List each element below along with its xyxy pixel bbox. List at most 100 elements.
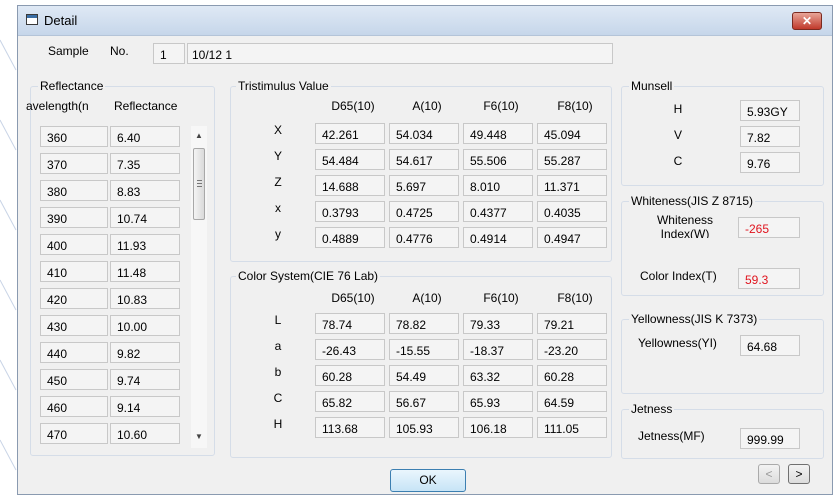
reflectance-value-cell: 11.48 [110, 261, 180, 282]
color-system-value-cell: 65.93 [463, 391, 533, 412]
detail-window: Detail ✕ Sample No. 1 10/12 1 Reflectanc… [17, 5, 833, 495]
yellowness-title: Yellowness(JIS K 7373) [629, 312, 760, 326]
tristimulus-column-header: D65(10) [331, 99, 375, 113]
tristimulus-value-cell: 0.3793 [315, 201, 385, 222]
color-system-value-cell: 79.21 [537, 313, 607, 334]
color-system-row-label: a [274, 339, 282, 353]
munsell-row-label: V [673, 128, 682, 142]
reflectance-wavelength-cell: 420 [40, 288, 108, 309]
color-system-value-cell: 64.59 [537, 391, 607, 412]
yellowness-label: Yellowness(YI) [638, 336, 717, 350]
jetness-label: Jetness(MF) [638, 429, 705, 443]
reflectance-value-cell: 6.40 [110, 126, 180, 147]
window-title: Detail [44, 13, 78, 28]
reflectance-title: Reflectance [38, 79, 106, 93]
color-system-value-cell: 54.49 [389, 365, 459, 386]
reflectance-value-cell: 9.82 [110, 342, 180, 363]
sample-no-field: 1 [153, 43, 185, 64]
wavelength-column-header: avelength(n [26, 99, 89, 113]
reflectance-value-cell: 9.14 [110, 396, 180, 417]
color-system-value-cell: 105.93 [389, 417, 459, 438]
ok-button[interactable]: OK [390, 469, 466, 492]
munsell-row-label: C [673, 154, 683, 168]
reflectance-wavelength-cell: 460 [40, 396, 108, 417]
color-system-column-header: A(10) [412, 291, 442, 305]
tristimulus-value-cell: 5.697 [389, 175, 459, 196]
tristimulus-title: Tristimulus Value [236, 79, 331, 93]
sample-label: Sample [48, 44, 89, 58]
scroll-down-icon[interactable]: ▼ [191, 430, 207, 444]
color-system-value-cell: -15.55 [389, 339, 459, 360]
tristimulus-value-cell: 11.371 [537, 175, 607, 196]
reflectance-wavelength-cell: 430 [40, 315, 108, 336]
tristimulus-row-label: Z [274, 175, 282, 189]
color-system-value-cell: 111.05 [537, 417, 607, 438]
tristimulus-value-cell: 0.4947 [537, 227, 607, 248]
color-system-row-label: C [273, 391, 283, 405]
reflectance-wavelength-cell: 380 [40, 180, 108, 201]
color-system-value-cell: 60.28 [537, 365, 607, 386]
color-system-title: Color System(CIE 76 Lab) [236, 269, 381, 283]
reflectance-scrollbar[interactable]: ▲ ▼ [191, 126, 207, 448]
tristimulus-value-cell: 54.484 [315, 149, 385, 170]
tristimulus-row-label: y [275, 227, 281, 241]
tristimulus-value-cell: 54.034 [389, 123, 459, 144]
reflectance-value-cell: 10.00 [110, 315, 180, 336]
reflectance-wavelength-cell: 370 [40, 153, 108, 174]
color-system-value-cell: -23.20 [537, 339, 607, 360]
tristimulus-value-cell: 49.448 [463, 123, 533, 144]
reflectance-wavelength-cell: 360 [40, 126, 108, 147]
munsell-title: Munsell [629, 79, 675, 93]
tristimulus-value-cell: 55.287 [537, 149, 607, 170]
yellowness-group [621, 319, 824, 394]
tristimulus-column-header: F8(10) [557, 99, 593, 113]
reflectance-value-cell: 9.74 [110, 369, 180, 390]
color-system-value-cell: -18.37 [463, 339, 533, 360]
reflectance-value-cell: 10.83 [110, 288, 180, 309]
prev-button[interactable]: < [758, 464, 780, 484]
color-system-value-cell: 78.82 [389, 313, 459, 334]
tristimulus-value-cell: 0.4889 [315, 227, 385, 248]
tristimulus-column-header: A(10) [412, 99, 442, 113]
no-label: No. [110, 44, 129, 58]
tristimulus-value-cell: 54.617 [389, 149, 459, 170]
scroll-up-icon[interactable]: ▲ [191, 129, 207, 143]
reflectance-value-cell: 8.83 [110, 180, 180, 201]
reflectance-wavelength-cell: 440 [40, 342, 108, 363]
title-bar[interactable]: Detail ✕ [18, 6, 832, 36]
next-button[interactable]: > [788, 464, 810, 484]
tristimulus-column-header: F6(10) [483, 99, 519, 113]
color-system-value-cell: 63.32 [463, 365, 533, 386]
tristimulus-value-cell: 0.4377 [463, 201, 533, 222]
reflectance-column-header: Reflectance [114, 99, 178, 113]
munsell-value-field: 9.76 [740, 152, 800, 173]
color-system-value-cell: 65.82 [315, 391, 385, 412]
reflectance-wavelength-cell: 450 [40, 369, 108, 390]
close-button[interactable]: ✕ [792, 12, 822, 30]
munsell-row-label: H [673, 102, 683, 116]
yellowness-value-field: 64.68 [740, 335, 800, 356]
tristimulus-value-cell: 0.4725 [389, 201, 459, 222]
tristimulus-value-cell: 55.506 [463, 149, 533, 170]
color-system-column-header: F6(10) [483, 291, 519, 305]
reflectance-value-cell: 10.60 [110, 423, 180, 444]
reflectance-value-cell: 10.74 [110, 207, 180, 228]
reflectance-value-cell: 7.35 [110, 153, 180, 174]
munsell-value-field: 5.93GY [740, 100, 800, 121]
tristimulus-row-label: x [275, 201, 281, 215]
tristimulus-value-cell: 45.094 [537, 123, 607, 144]
scroll-thumb[interactable] [193, 148, 205, 220]
reflectance-wavelength-cell: 400 [40, 234, 108, 255]
reflectance-value-cell: 11.93 [110, 234, 180, 255]
tristimulus-value-cell: 8.010 [463, 175, 533, 196]
color-system-value-cell: -26.43 [315, 339, 385, 360]
color-index-value-field: 59.3 [738, 268, 800, 289]
color-system-value-cell: 79.33 [463, 313, 533, 334]
reflectance-wavelength-cell: 470 [40, 423, 108, 444]
color-system-value-cell: 60.28 [315, 365, 385, 386]
tristimulus-row-label: Y [273, 149, 282, 163]
color-system-value-cell: 113.68 [315, 417, 385, 438]
color-system-value-cell: 56.67 [389, 391, 459, 412]
color-index-label: Color Index(T) [640, 269, 717, 283]
reflectance-wavelength-cell: 410 [40, 261, 108, 282]
